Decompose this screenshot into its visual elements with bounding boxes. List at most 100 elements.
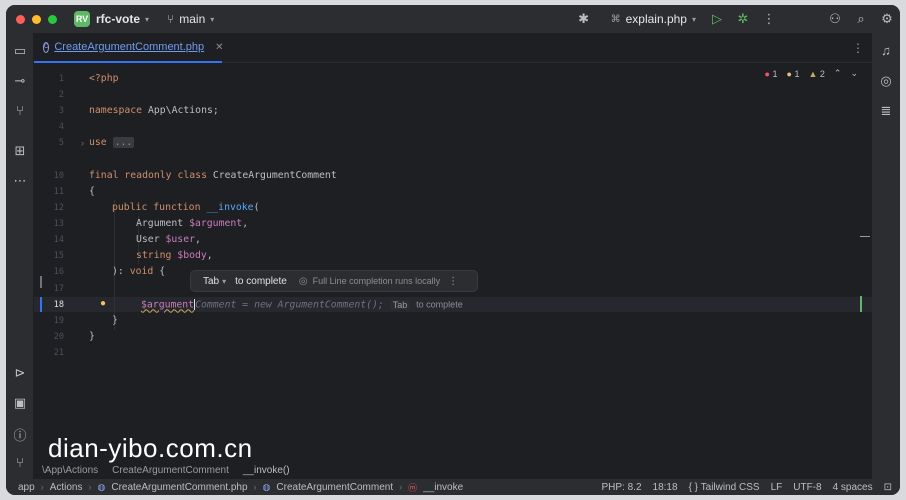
ai-assistant-icon[interactable]: ◎ <box>872 73 900 89</box>
code-line-15: string $body, <box>136 250 213 261</box>
code-line-18: $argumentComment = new ArgumentComment()… <box>141 299 463 311</box>
completion-info-text: Full Line completion runs locally <box>312 276 441 286</box>
chevron-down-icon: ▾ <box>691 14 696 24</box>
notifications-bell-icon[interactable]: ♫ <box>872 43 900 58</box>
tab-create-argument-comment[interactable]: C CreateArgumentComment.php ✕ <box>34 33 224 63</box>
breadcrumb: \App\Actions CreateArgumentComment __inv… <box>34 462 872 479</box>
line-number: 2 <box>58 90 64 100</box>
line-number-current: 18 <box>53 300 64 310</box>
readonly-lock-icon[interactable]: ⊡ <box>884 482 892 493</box>
line-number: 10 <box>53 171 64 181</box>
tab-label: CreateArgumentComment.php <box>54 41 205 53</box>
add-user-icon[interactable]: ⚇ <box>822 11 848 27</box>
more-actions-icon[interactable]: ⋮ <box>756 11 782 27</box>
window-controls <box>16 14 57 24</box>
breadcrumb-item[interactable]: CreateArgumentComment <box>112 465 229 476</box>
line-number: 16 <box>53 267 64 277</box>
php-file-icon: ⌘ <box>610 13 621 25</box>
framework-indicator[interactable]: { } Tailwind CSS <box>689 482 760 493</box>
inline-completion-suggestion[interactable]: Comment = new ArgumentComment(); <box>195 300 384 311</box>
chevron-right-icon: › <box>40 482 44 492</box>
line-number: 21 <box>53 348 64 358</box>
database-icon[interactable]: ≣ <box>872 103 900 119</box>
close-tab-icon[interactable]: ✕ <box>215 42 223 53</box>
structure-icon[interactable]: ⊞ <box>6 143 34 159</box>
caret-position[interactable]: 18:18 <box>653 482 678 493</box>
php-file-icon: ◍ <box>97 481 106 492</box>
line-number: 13 <box>53 219 64 229</box>
line-number: 12 <box>53 203 64 213</box>
line-number: 11 <box>53 187 64 197</box>
line-number: 19 <box>53 316 64 326</box>
tab-options-icon[interactable]: ⋮ <box>852 41 864 55</box>
code-line-11: { <box>89 186 95 197</box>
file-encoding[interactable]: UTF-8 <box>793 482 821 493</box>
problems-icon[interactable]: ⓘ <box>6 425 34 444</box>
watermark: dian-yibo.com.cn <box>48 433 253 463</box>
folded-imports[interactable]: ... <box>112 137 135 148</box>
close-window-button[interactable] <box>16 14 25 24</box>
run-configuration-selector[interactable]: ⌘ explain.php ▾ <box>611 12 696 26</box>
accept-completion-key[interactable]: Tab <box>203 276 219 287</box>
modified-line-marker <box>40 276 42 288</box>
tab-hint-key: Tab <box>389 299 411 310</box>
line-number: 20 <box>53 332 64 342</box>
zoom-window-button[interactable] <box>48 14 57 24</box>
popup-more-icon[interactable]: ⋮ <box>448 276 458 287</box>
run-config-label: explain.php <box>625 12 687 26</box>
minimize-window-button[interactable] <box>32 14 41 24</box>
code-line-13: Argument $argument, <box>136 218 249 229</box>
git-icon[interactable]: ⑂ <box>6 455 34 470</box>
weak-warnings-count: ▲ 2 <box>808 68 825 79</box>
indent-setting[interactable]: 4 spaces <box>833 482 873 493</box>
pull-requests-icon[interactable]: ⑂ <box>6 103 34 118</box>
branch-icon: ⑂ <box>167 12 175 26</box>
terminal-icon[interactable]: ▣ <box>6 395 34 411</box>
chevron-down-icon: ▾ <box>210 14 215 24</box>
status-path: app › Actions › ◍ CreateArgumentComment.… <box>18 481 463 494</box>
tab-hint-text: to complete <box>416 299 463 310</box>
breadcrumb-item[interactable]: __invoke() <box>243 465 290 476</box>
status-path-item[interactable]: app <box>18 482 35 493</box>
project-selector[interactable]: rfc-vote <box>96 12 140 26</box>
services-icon[interactable]: ⊳ <box>6 365 34 381</box>
branch-selector[interactable]: main <box>179 12 205 26</box>
inspection-widget[interactable]: ● 1 ● 1 ▲ 2 ⌃ ⌄ <box>765 68 858 79</box>
line-number: 4 <box>58 122 64 132</box>
completion-action-label: to complete <box>235 275 287 287</box>
braces-icon: { } <box>688 481 699 493</box>
search-icon[interactable]: ⌕ <box>848 11 874 27</box>
code-line-20: } <box>89 331 95 342</box>
scrollbar-marker[interactable] <box>860 236 870 237</box>
line-separator[interactable]: LF <box>771 482 783 493</box>
project-folder-icon[interactable]: ▭ <box>6 43 34 59</box>
status-path-item[interactable]: __invoke <box>423 482 463 493</box>
settings-gear-icon[interactable]: ⚙ <box>874 11 900 27</box>
errors-count: ● 1 <box>764 68 778 79</box>
code-line-5: use ... <box>89 137 135 148</box>
chevron-down-icon[interactable]: ▾ <box>222 277 226 286</box>
intention-bulb-icon[interactable]: ● <box>100 298 106 309</box>
chevron-up-icon[interactable]: ⌃ <box>834 68 842 79</box>
project-badge[interactable]: RV <box>74 11 90 27</box>
completion-popup: Tab ▾ to complete ◎ Full Line completion… <box>190 270 478 292</box>
more-tools-icon[interactable]: ⋯ <box>6 173 34 189</box>
php-version[interactable]: PHP: 8.2 <box>602 482 642 493</box>
editor-tab-bar: C CreateArgumentComment.php ✕ ⋮ <box>34 33 872 63</box>
debug-icon[interactable]: ✲ <box>730 11 756 27</box>
chevron-down-icon[interactable]: ⌄ <box>850 68 858 79</box>
run-icon[interactable]: ▷ <box>704 11 730 27</box>
fold-arrow-icon[interactable]: › <box>81 138 84 148</box>
scrollbar-thumb[interactable] <box>860 296 862 312</box>
warnings-count: ● 1 <box>786 68 800 79</box>
method-icon: ⓜ <box>408 482 418 493</box>
breadcrumb-item[interactable]: \App\Actions <box>42 465 98 476</box>
status-path-item[interactable]: CreateArgumentComment <box>276 482 393 493</box>
code-line-10: final readonly class CreateArgumentComme… <box>89 170 337 181</box>
code-editor[interactable]: ● 1 ● 1 ▲ 2 ⌃ ⌄ 1 2 3 4 5 10 11 12 13 14… <box>34 64 872 462</box>
commit-icon[interactable]: ⊸ <box>6 73 34 89</box>
chevron-right-icon: › <box>253 482 257 492</box>
debug-bug-icon[interactable]: ✱ <box>571 11 597 27</box>
status-path-item[interactable]: CreateArgumentComment.php <box>111 482 247 493</box>
status-path-item[interactable]: Actions <box>50 482 83 493</box>
